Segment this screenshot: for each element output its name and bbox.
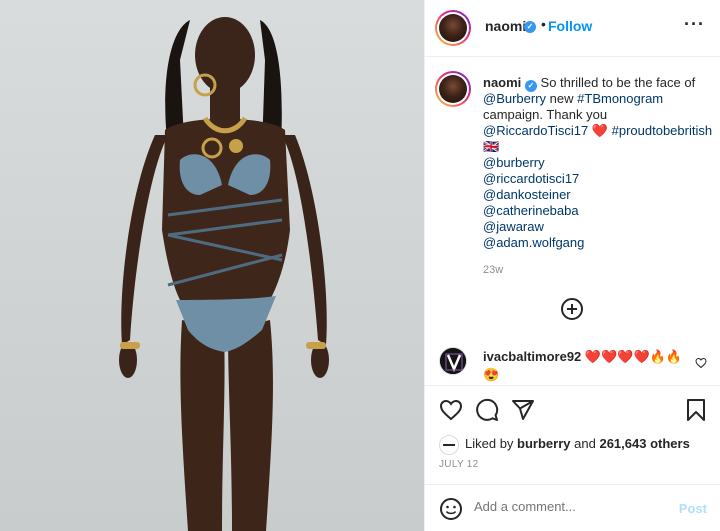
heart-outline-icon[interactable] (695, 357, 707, 369)
add-comment-input[interactable] (474, 499, 664, 514)
post-header: naomi ✓ • Follow ··· (425, 0, 720, 57)
uk-flag-emoji: 🇬🇧 (483, 139, 500, 154)
caption-text-2: new (549, 91, 574, 106)
header-separator: • (541, 16, 546, 32)
liker-avatar[interactable] (439, 435, 459, 455)
mention-item[interactable]: @catherinebaba (483, 203, 584, 219)
post-age[interactable]: 23w (483, 264, 503, 276)
hashtag-tbmonogram[interactable]: #TBmonogram (577, 91, 663, 106)
mention-item[interactable]: @dankosteiner (483, 187, 584, 203)
mention-item[interactable]: @burberry (483, 155, 584, 171)
verified-badge-icon: ✓ (524, 80, 537, 92)
caption-text-1: So thrilled to be the face of (540, 75, 696, 90)
bookmark-icon[interactable] (685, 398, 707, 422)
verified-badge-icon: ✓ (524, 21, 536, 33)
post-date[interactable]: JULY 12 (439, 459, 479, 470)
liker-username[interactable]: burberry (517, 436, 570, 451)
more-options-icon[interactable]: ··· (684, 14, 705, 35)
mention-riccardotisci17[interactable]: @RiccardoTisci17 (483, 123, 588, 138)
mention-list: @burberry @riccardotisci17 @dankosteiner… (483, 155, 584, 251)
post-image[interactable] (0, 0, 424, 531)
mention-burberry[interactable]: @Burberry (483, 91, 546, 106)
add-comment-bar: Post (425, 484, 720, 531)
comment-bubble-icon[interactable] (475, 398, 499, 422)
follow-button[interactable]: Follow (548, 18, 592, 34)
liked-and: and (574, 436, 596, 451)
liked-prefix: Liked by (465, 436, 514, 451)
post-button[interactable]: Post (679, 501, 707, 516)
mention-item[interactable]: @adam.wolfgang (483, 235, 584, 251)
paper-plane-icon[interactable] (511, 398, 535, 422)
likes-count[interactable]: 261,643 others (599, 436, 689, 451)
header-username[interactable]: naomi (485, 18, 526, 34)
caption-username[interactable]: naomi (483, 75, 521, 90)
actions-divider (425, 385, 720, 386)
caption-avatar[interactable] (435, 71, 471, 107)
emoji-smile-icon[interactable] (439, 497, 463, 521)
like-heart-icon[interactable] (439, 398, 463, 422)
commenter-username[interactable]: ivacbaltimore92 (483, 349, 581, 364)
post-panel: naomi ✓ • Follow ··· naomi ✓ So thrilled… (424, 0, 720, 531)
header-avatar[interactable] (435, 10, 471, 46)
caption-text-3: campaign. Thank you (483, 107, 608, 122)
mention-item[interactable]: @riccardotisci17 (483, 171, 584, 187)
heart-emoji: ❤️ (591, 123, 608, 138)
commenter-avatar[interactable] (439, 347, 467, 375)
caption-text: naomi ✓ So thrilled to be the face of @B… (483, 75, 713, 155)
post-photo-illustration (119, 17, 329, 531)
comment-text: ivacbaltimore92 ❤️❤️❤️❤️🔥🔥😍 (483, 348, 683, 384)
commenter-avatar-graphic (440, 348, 466, 374)
plus-circle-icon[interactable] (561, 298, 583, 320)
liked-by-text: Liked by burberry and 261,643 others (465, 436, 690, 451)
hashtag-proudtobebritish[interactable]: #proudtobebritish (612, 123, 712, 138)
mention-item[interactable]: @jawaraw (483, 219, 584, 235)
